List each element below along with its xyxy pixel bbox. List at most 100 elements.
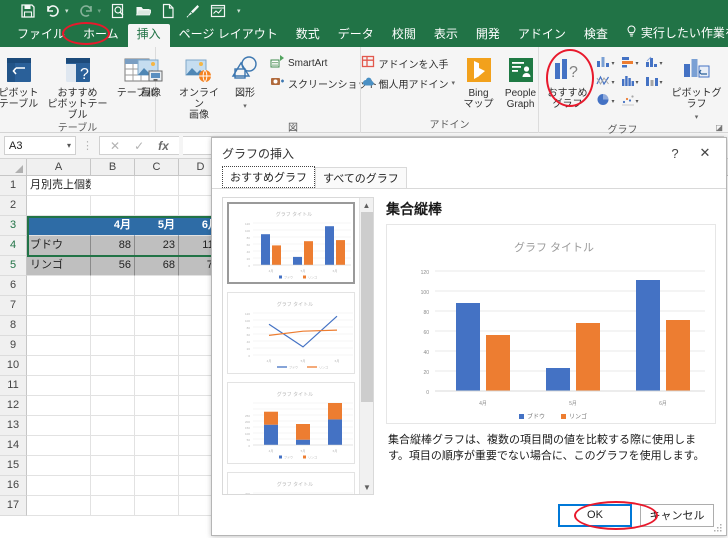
tell-me-box[interactable]: 実行したい作業を入力してください: [617, 22, 728, 47]
open-icon[interactable]: [135, 3, 152, 19]
cell-a3[interactable]: [27, 216, 91, 236]
row-header-10[interactable]: 10: [0, 356, 27, 376]
row-header-3[interactable]: 3: [0, 216, 27, 236]
recommended-pivot-button[interactable]: ? おすすめ ピボットテーブル: [47, 50, 109, 121]
my-addins-button[interactable]: 個人用アドイン ▾: [358, 73, 458, 93]
cell-b6[interactable]: [91, 276, 135, 296]
line-chart-caret-icon[interactable]: ▾: [611, 79, 614, 86]
cell-b9[interactable]: [91, 336, 135, 356]
name-box-caret-icon[interactable]: ▾: [67, 141, 71, 150]
ok-button[interactable]: OK: [558, 503, 632, 527]
cell-a17[interactable]: [27, 496, 91, 516]
scatter-chart-caret-icon[interactable]: ▾: [636, 98, 639, 105]
line-chart-button[interactable]: ▾: [594, 73, 616, 91]
tab-review[interactable]: 校閲: [383, 24, 425, 47]
row-header-13[interactable]: 13: [0, 416, 27, 436]
pivot-chart-caret-icon[interactable]: ▾: [695, 112, 699, 123]
cell-c3[interactable]: 5月: [135, 216, 179, 236]
tab-insert[interactable]: 挿入: [127, 24, 170, 47]
tab-developer[interactable]: 開発: [467, 24, 509, 47]
cell-c12[interactable]: [135, 396, 179, 416]
row-header-6[interactable]: 6: [0, 276, 27, 296]
thumbnail-area[interactable]: グラフ タイトル 050100 150200: [227, 472, 355, 494]
format-painter-icon[interactable]: [185, 3, 201, 19]
cell-c15[interactable]: [135, 456, 179, 476]
tab-all-charts[interactable]: すべてのグラフ: [315, 167, 407, 188]
cell-b4[interactable]: 88: [91, 236, 135, 256]
recommended-charts-button[interactable]: ? おすすめ グラフ: [542, 50, 592, 110]
chart-icon[interactable]: [210, 3, 226, 19]
thumbnail-scrollbar[interactable]: ▲ ▼: [359, 198, 373, 494]
thumbnail-stacked-column[interactable]: グラフ タイトル 0 50 100 150 200 250 4月 5月 6月 ブ…: [227, 382, 355, 464]
cell-c5[interactable]: 68: [135, 256, 179, 276]
tab-data[interactable]: データ: [329, 24, 383, 47]
row-header-1[interactable]: 1: [0, 176, 27, 196]
close-icon[interactable]: ✕: [690, 140, 720, 166]
thumbnail-line[interactable]: グラフ タイトル 0 20 40 60 80 100 120 4月 5月 6月 …: [227, 292, 355, 374]
cell-a4[interactable]: ブドウ: [27, 236, 91, 256]
select-all-corner[interactable]: [0, 159, 27, 175]
row-header-14[interactable]: 14: [0, 436, 27, 456]
cell-c7[interactable]: [135, 296, 179, 316]
cell-a11[interactable]: [27, 376, 91, 396]
waterfall-chart-caret-icon[interactable]: ▾: [660, 79, 663, 86]
cell-b13[interactable]: [91, 416, 135, 436]
tab-addins[interactable]: アドイン: [509, 24, 575, 47]
column-header-b[interactable]: B: [91, 159, 135, 175]
dialog-title-bar[interactable]: グラフの挿入 ? ✕: [212, 138, 726, 168]
new-icon[interactable]: [160, 3, 176, 19]
cell-c2[interactable]: [135, 196, 179, 216]
pie-chart-caret-icon[interactable]: ▾: [611, 98, 614, 105]
tab-inspect[interactable]: 検査: [575, 24, 617, 47]
cell-c17[interactable]: [135, 496, 179, 516]
resize-grip-icon[interactable]: [713, 523, 723, 533]
tab-home[interactable]: ホーム: [74, 24, 128, 47]
cell-c14[interactable]: [135, 436, 179, 456]
cell-b15[interactable]: [91, 456, 135, 476]
cell-c1[interactable]: [135, 176, 179, 196]
cell-b7[interactable]: [91, 296, 135, 316]
tab-formulas[interactable]: 数式: [287, 24, 329, 47]
cell-a10[interactable]: [27, 356, 91, 376]
tab-page-layout[interactable]: ページ レイアウト: [170, 24, 287, 47]
name-box[interactable]: A3 ▾: [4, 136, 76, 155]
picture-button[interactable]: 画像: [129, 50, 173, 99]
cell-c6[interactable]: [135, 276, 179, 296]
cell-c13[interactable]: [135, 416, 179, 436]
bar-chart-caret-icon[interactable]: ▾: [636, 60, 639, 67]
cell-a15[interactable]: [27, 456, 91, 476]
row-header-5[interactable]: 5: [0, 256, 27, 276]
cell-b5[interactable]: 56: [91, 256, 135, 276]
cell-a9[interactable]: [27, 336, 91, 356]
people-graph-button[interactable]: People Graph: [500, 50, 542, 110]
cell-a8[interactable]: [27, 316, 91, 336]
undo-icon[interactable]: [45, 3, 61, 19]
insert-function-icon[interactable]: fx: [158, 139, 169, 153]
waterfall-chart-button[interactable]: ▾: [643, 73, 665, 91]
row-header-12[interactable]: 12: [0, 396, 27, 416]
cell-c8[interactable]: [135, 316, 179, 336]
tab-recommended-charts[interactable]: おすすめグラフ: [222, 166, 315, 188]
cell-a1[interactable]: 月別売上個数: [27, 176, 91, 196]
row-header-17[interactable]: 17: [0, 496, 27, 516]
hierarchy-chart-button[interactable]: ▾: [643, 54, 665, 72]
cell-b14[interactable]: [91, 436, 135, 456]
tab-view[interactable]: 表示: [425, 24, 467, 47]
scroll-up-icon[interactable]: ▲: [360, 198, 373, 212]
cell-b8[interactable]: [91, 316, 135, 336]
undo-caret-icon[interactable]: ▾: [65, 7, 69, 15]
shapes-button[interactable]: 図形 ▾: [225, 50, 265, 112]
cell-c4[interactable]: 23: [135, 236, 179, 256]
cell-a5[interactable]: リンゴ: [27, 256, 91, 276]
row-header-15[interactable]: 15: [0, 456, 27, 476]
save-icon[interactable]: [20, 3, 36, 19]
cell-b3[interactable]: 4月: [91, 216, 135, 236]
cell-b11[interactable]: [91, 376, 135, 396]
row-header-2[interactable]: 2: [0, 196, 27, 216]
row-header-7[interactable]: 7: [0, 296, 27, 316]
row-header-4[interactable]: 4: [0, 236, 27, 256]
scroll-down-icon[interactable]: ▼: [360, 480, 373, 494]
cell-a16[interactable]: [27, 476, 91, 496]
pivot-table-button[interactable]: ピボット テーブル: [0, 50, 45, 110]
customize-qat-icon[interactable]: ▾: [237, 7, 241, 15]
